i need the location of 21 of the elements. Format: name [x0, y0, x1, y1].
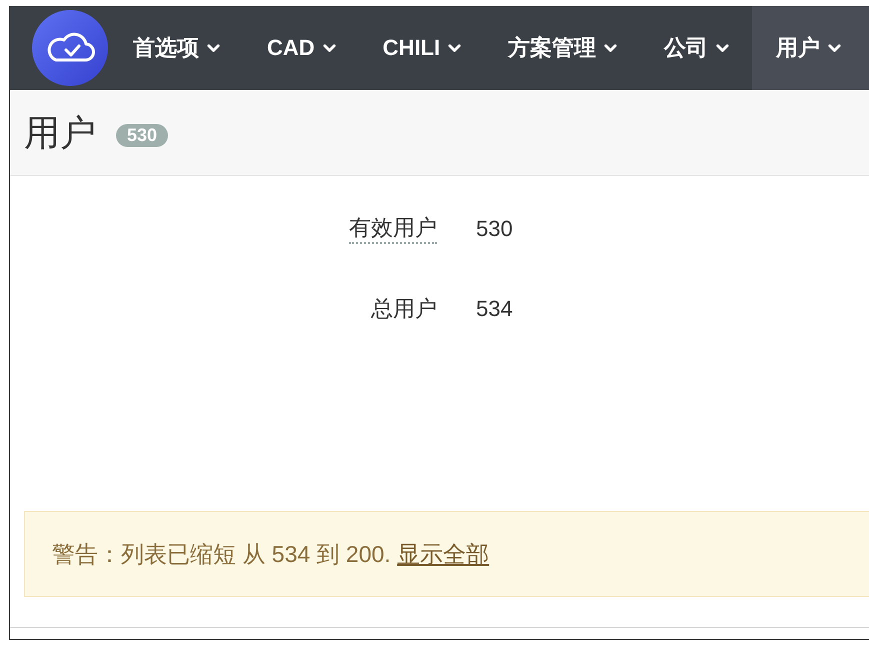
nav-dropdown[interactable]: CHILI — [358, 6, 484, 90]
show-all-link[interactable]: 显示全部 — [397, 540, 490, 566]
nav-dropdown[interactable]: 用户 — [752, 6, 869, 90]
cloud-logo-icon[interactable] — [32, 10, 108, 86]
count-badge: 530 — [116, 124, 168, 147]
chevron-down-icon — [828, 44, 842, 52]
chevron-down-icon — [716, 44, 730, 52]
stat-label: 有效用户 — [349, 214, 437, 244]
stat-value: 534 — [476, 295, 513, 323]
nav-dropdown[interactable]: 公司 — [640, 6, 752, 90]
chevron-down-icon — [604, 44, 618, 52]
nav-dropdown[interactable]: CAD — [243, 6, 359, 90]
page-title: 用户 — [24, 110, 96, 154]
chevron-down-icon — [322, 44, 336, 52]
chevron-down-icon — [448, 44, 462, 52]
chevron-down-icon — [207, 44, 220, 52]
nav-dropdown[interactable]: 首选项 — [109, 6, 243, 90]
stat-value: 530 — [476, 215, 513, 243]
nav-dropdown[interactable]: 方案管理 — [484, 6, 640, 90]
stat-label: 总用户 — [371, 295, 437, 323]
warning-message: 警告：列表已缩短 从 534 到 200. 显示全部 — [52, 540, 490, 568]
